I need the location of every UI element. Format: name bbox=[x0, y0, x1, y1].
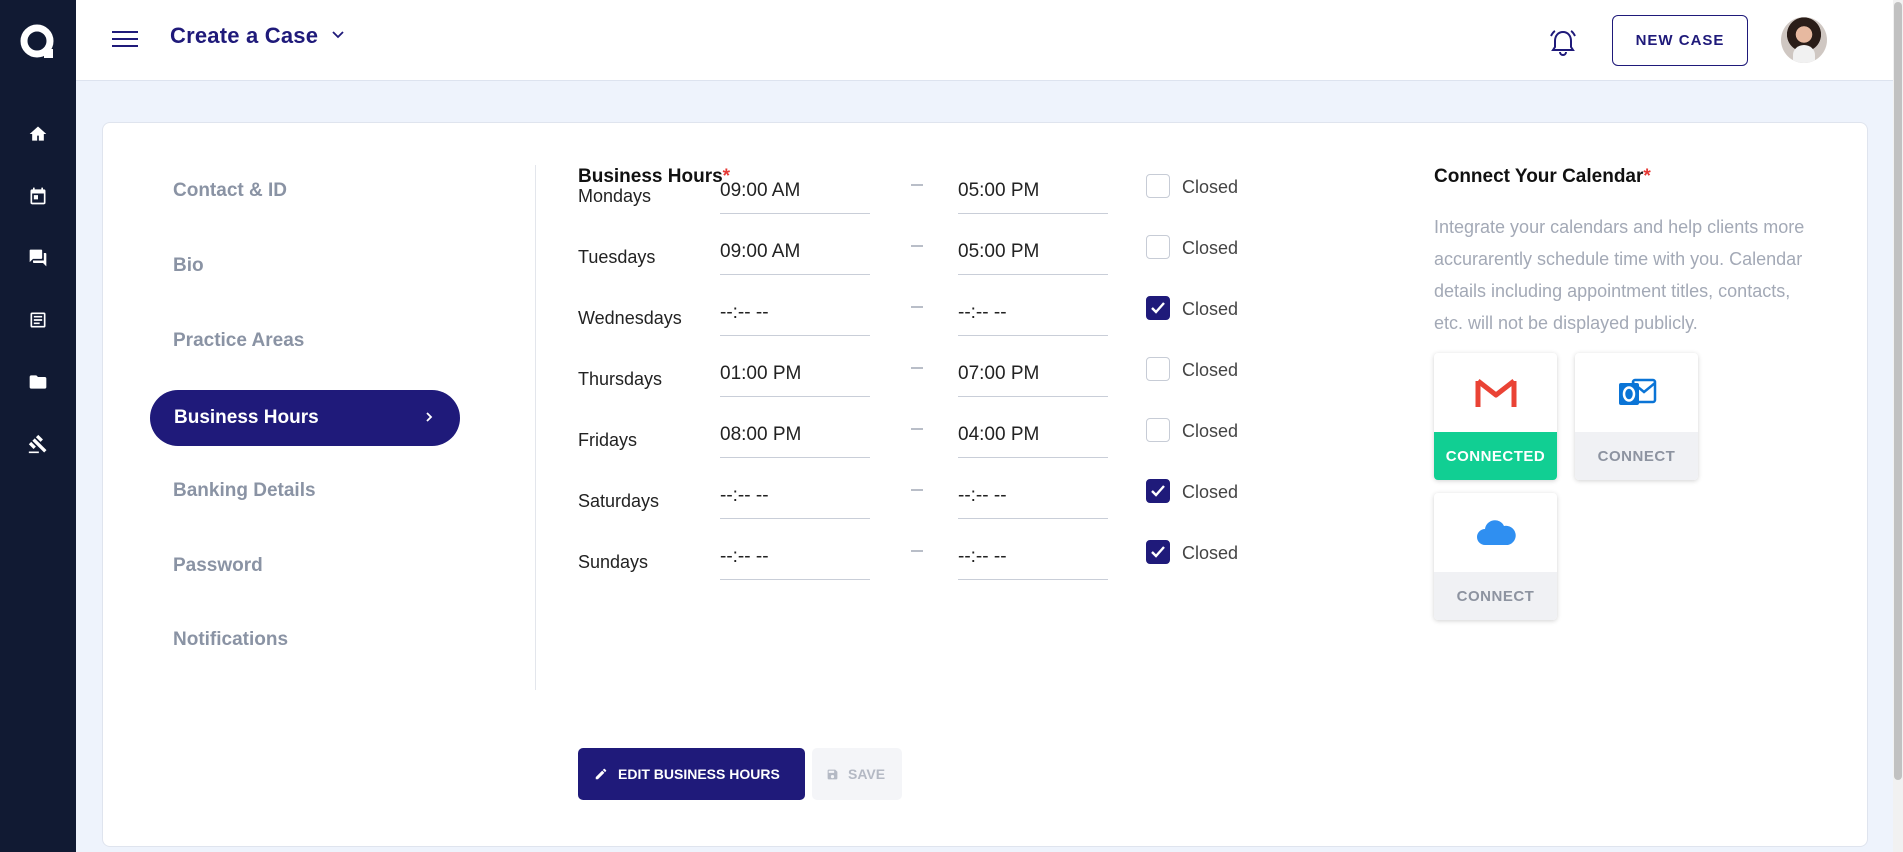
time-separator bbox=[911, 245, 923, 247]
day-label: Saturdays bbox=[578, 491, 660, 511]
edit-business-hours-label: EDIT BUSINESS HOURS bbox=[618, 766, 780, 782]
day-label: Sundays bbox=[578, 552, 649, 572]
required-mark: * bbox=[1643, 166, 1651, 187]
calendar-title: Connect Your Calendar* bbox=[1434, 166, 1651, 188]
outlook-icon bbox=[1575, 353, 1698, 432]
left-rail bbox=[0, 0, 76, 852]
settings-nav-contact-id[interactable]: Contact & ID bbox=[173, 180, 287, 202]
time-separator bbox=[911, 306, 923, 308]
avatar[interactable] bbox=[1781, 17, 1827, 63]
gavel-icon[interactable] bbox=[26, 432, 50, 456]
chat-icon[interactable] bbox=[26, 246, 50, 270]
home-icon[interactable] bbox=[26, 122, 50, 146]
gmail-icon bbox=[1434, 353, 1557, 432]
scrollbar-thumb[interactable] bbox=[1894, 2, 1902, 780]
settings-nav-business-hours[interactable]: Business Hours bbox=[150, 390, 460, 446]
closed-label: Closed bbox=[1182, 543, 1239, 563]
open-time-input[interactable]: --:-- -- bbox=[720, 536, 870, 580]
closed-label: Closed bbox=[1182, 360, 1239, 380]
time-separator bbox=[911, 184, 923, 186]
closed-checkbox[interactable] bbox=[1146, 479, 1170, 503]
settings-nav-label: Business Hours bbox=[174, 407, 319, 428]
calendar-description: Integrate your calendars and help client… bbox=[1434, 217, 1805, 333]
day-label: Mondays bbox=[578, 186, 652, 206]
open-time-input[interactable]: 09:00 AM bbox=[720, 170, 870, 214]
settings-nav-practice-areas[interactable]: Practice Areas bbox=[173, 330, 304, 352]
icloud-icon bbox=[1434, 493, 1557, 572]
closed-checkbox[interactable] bbox=[1146, 357, 1170, 381]
day-label: Thursdays bbox=[578, 369, 663, 389]
open-time-input[interactable]: --:-- -- bbox=[720, 292, 870, 336]
document-icon[interactable] bbox=[26, 308, 50, 332]
outlook-calendar-tile[interactable]: CONNECT bbox=[1575, 353, 1698, 480]
closed-checkbox[interactable] bbox=[1146, 540, 1170, 564]
closed-label: Closed bbox=[1182, 482, 1239, 502]
pencil-icon bbox=[595, 768, 607, 780]
calendar-title-text: Connect Your Calendar bbox=[1434, 166, 1644, 187]
edit-business-hours-button[interactable]: EDIT BUSINESS HOURS bbox=[578, 748, 805, 800]
day-label: Tuesdays bbox=[578, 247, 656, 267]
calendar-icon[interactable] bbox=[26, 184, 50, 208]
time-separator bbox=[911, 367, 923, 369]
app-logo[interactable] bbox=[18, 22, 58, 62]
day-label: Fridays bbox=[578, 430, 638, 450]
new-case-button[interactable]: NEW CASE bbox=[1612, 15, 1748, 66]
open-time-input[interactable]: 09:00 AM bbox=[720, 231, 870, 275]
settings-nav-banking-details[interactable]: Banking Details bbox=[173, 480, 316, 502]
closed-checkbox[interactable] bbox=[1146, 296, 1170, 320]
gmail-calendar-tile[interactable]: CONNECTED bbox=[1434, 353, 1557, 480]
settings-nav-bio[interactable]: Bio bbox=[173, 255, 204, 277]
save-icon bbox=[827, 769, 838, 779]
save-label: SAVE bbox=[848, 766, 886, 782]
time-separator bbox=[911, 428, 923, 430]
open-time-input[interactable]: --:-- -- bbox=[720, 475, 870, 519]
closed-label: Closed bbox=[1182, 421, 1239, 441]
business-hours-title-text: Business Hours bbox=[578, 166, 723, 187]
open-time-input[interactable]: 01:00 PM bbox=[720, 353, 870, 397]
time-separator bbox=[911, 489, 923, 491]
close-time-input[interactable]: 04:00 PM bbox=[958, 414, 1108, 458]
notification-bell-icon[interactable] bbox=[1546, 26, 1580, 60]
hamburger-menu-icon[interactable] bbox=[112, 26, 138, 52]
closed-label: Closed bbox=[1182, 177, 1239, 197]
closed-label: Closed bbox=[1182, 299, 1239, 319]
icloud-status: CONNECT bbox=[1434, 572, 1557, 620]
folder-icon[interactable] bbox=[26, 370, 50, 394]
gmail-status: CONNECTED bbox=[1434, 432, 1557, 480]
closed-label: Closed bbox=[1182, 238, 1239, 258]
business-hours-title: Business Hours* bbox=[578, 166, 730, 188]
save-button[interactable]: SAVE bbox=[812, 748, 902, 800]
closed-checkbox[interactable] bbox=[1146, 235, 1170, 259]
settings-nav-notifications[interactable]: Notifications bbox=[173, 629, 288, 651]
closed-checkbox[interactable] bbox=[1146, 418, 1170, 442]
open-time-input[interactable]: 08:00 PM bbox=[720, 414, 870, 458]
close-time-input[interactable]: 05:00 PM bbox=[958, 170, 1108, 214]
time-separator bbox=[911, 550, 923, 552]
chevron-down-icon[interactable] bbox=[330, 26, 346, 42]
settings-nav-password[interactable]: Password bbox=[173, 555, 263, 577]
closed-checkbox[interactable] bbox=[1146, 174, 1170, 198]
page-title[interactable]: Create a Case bbox=[170, 23, 318, 49]
section-divider bbox=[535, 165, 536, 690]
icloud-calendar-tile[interactable]: CONNECT bbox=[1434, 493, 1557, 620]
close-time-input[interactable]: --:-- -- bbox=[958, 292, 1108, 336]
page-scrollbar[interactable] bbox=[1893, 0, 1903, 852]
top-header: Create a Case NEW CASE bbox=[76, 0, 1903, 81]
settings-card: Contact & ID Bio Practice Areas Business… bbox=[102, 122, 1868, 847]
close-time-input[interactable]: --:-- -- bbox=[958, 475, 1108, 519]
day-label: Wednesdays bbox=[578, 308, 682, 328]
outlook-status: CONNECT bbox=[1575, 432, 1698, 480]
close-time-input[interactable]: 07:00 PM bbox=[958, 353, 1108, 397]
close-time-input[interactable]: 05:00 PM bbox=[958, 231, 1108, 275]
chevron-right-icon bbox=[422, 410, 436, 424]
close-time-input[interactable]: --:-- -- bbox=[958, 536, 1108, 580]
